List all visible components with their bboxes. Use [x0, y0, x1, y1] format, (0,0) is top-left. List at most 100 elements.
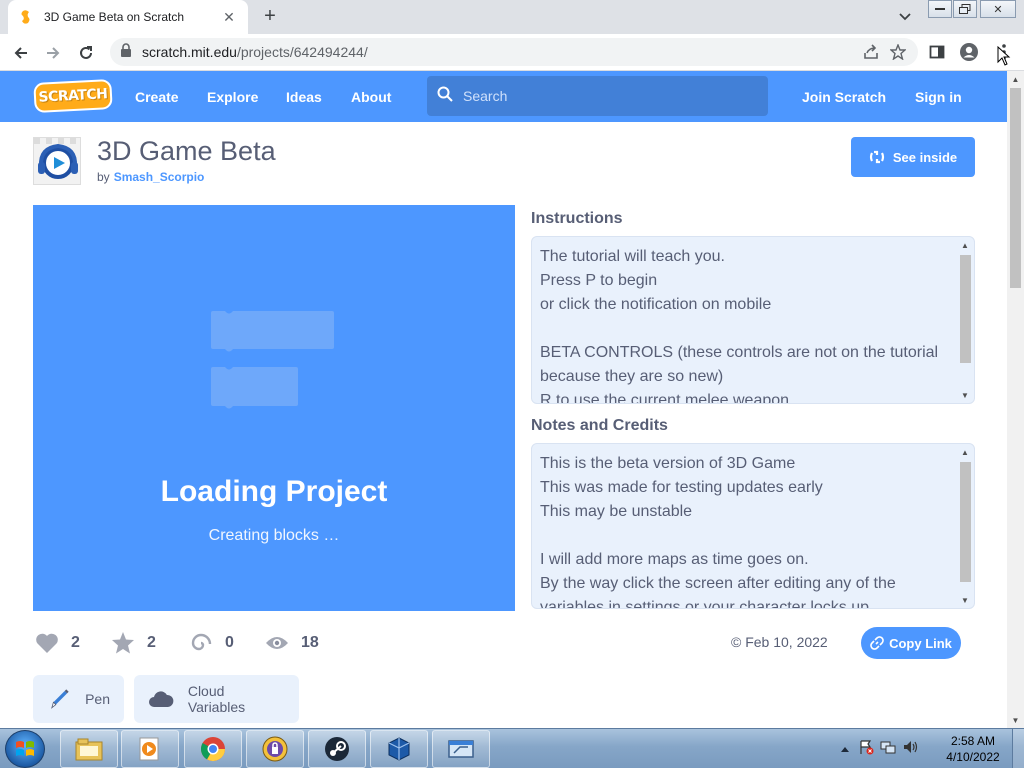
network-icon[interactable]	[880, 739, 896, 760]
volume-icon[interactable]	[902, 739, 918, 760]
remix-stat: 0	[189, 630, 234, 656]
scroll-up-icon[interactable]: ▲	[958, 446, 972, 458]
view-stat: 18	[265, 630, 319, 656]
view-count: 18	[301, 634, 319, 651]
notes-box[interactable]: This is the beta version of 3D Game This…	[531, 443, 975, 609]
nav-ideas[interactable]: Ideas	[286, 71, 322, 122]
project-byline: by Smash_Scorpio	[97, 170, 205, 184]
lock-app-icon	[262, 736, 288, 762]
scrollbar-thumb[interactable]	[960, 462, 971, 582]
show-hidden-icons-icon[interactable]	[840, 740, 850, 758]
virtualbox-icon	[388, 737, 410, 761]
project-title: 3D Game Beta	[97, 136, 276, 166]
taskbar-clock[interactable]: 2:58 AM 4/10/2022	[940, 733, 1006, 765]
notes-line: This may be unstable	[540, 503, 693, 520]
forward-arrow-icon[interactable]	[40, 40, 66, 66]
scrollbar-thumb[interactable]	[1010, 88, 1021, 288]
reload-icon[interactable]	[73, 40, 99, 66]
cloud-icon	[148, 691, 174, 707]
scroll-up-icon[interactable]: ▲	[958, 239, 972, 251]
instructions-box[interactable]: The tutorial will teach you. Press P to …	[531, 236, 975, 404]
instruction-line: Press P to begin	[540, 272, 658, 289]
taskbar-file-explorer[interactable]	[60, 730, 118, 768]
page-scrollbar[interactable]: ▲ ▼	[1007, 71, 1024, 728]
taskbar-keepass[interactable]	[246, 730, 304, 768]
steam-icon	[325, 737, 349, 761]
start-button[interactable]	[5, 730, 45, 768]
back-arrow-icon[interactable]	[8, 40, 34, 66]
restore-window-button[interactable]	[953, 0, 977, 18]
tab-title: 3D Game Beta on Scratch	[44, 10, 185, 24]
eye-icon	[266, 637, 288, 649]
nav-create[interactable]: Create	[135, 71, 179, 122]
see-inside-button[interactable]: See inside	[851, 137, 975, 177]
instruction-line	[540, 317, 944, 341]
taskbar-chrome[interactable]	[184, 730, 242, 768]
extension-chip-pen[interactable]: Pen	[33, 675, 124, 723]
browser-tab[interactable]: 3D Game Beta on Scratch ✕	[8, 0, 248, 34]
chrome-icon	[200, 737, 225, 762]
clock-time: 2:58 AM	[950, 734, 996, 748]
love-stat[interactable]: 2	[35, 630, 80, 656]
instruction-line: The tutorial will teach you.	[540, 248, 725, 265]
close-window-button[interactable]: ✕	[980, 0, 1016, 18]
instruction-line: BETA CONTROLS (these controls are not on…	[540, 344, 939, 361]
taskbar-window-app[interactable]	[432, 730, 490, 768]
nav-about[interactable]: About	[351, 71, 391, 122]
notes-line: This was made for testing updates early	[540, 479, 823, 496]
show-desktop-button[interactable]	[1012, 729, 1024, 768]
system-tray	[840, 729, 918, 768]
notes-line: variables in settings or your character …	[540, 599, 870, 609]
project-player[interactable]: Loading Project Creating blocks …	[33, 205, 515, 611]
star-icon	[112, 632, 134, 654]
sign-in-link[interactable]: Sign in	[915, 71, 962, 122]
scratch-favicon-icon	[18, 9, 34, 25]
bookmark-star-icon[interactable]	[889, 43, 907, 61]
author-avatar[interactable]	[33, 137, 81, 185]
notes-line: This is the beta version of 3D Game	[540, 455, 796, 472]
taskbar-media-player[interactable]	[121, 730, 179, 768]
scroll-down-icon[interactable]: ▼	[958, 389, 972, 401]
notes-scrollbar[interactable]: ▲ ▼	[958, 446, 972, 606]
share-icon[interactable]	[862, 43, 880, 61]
side-panel-icon[interactable]	[925, 40, 949, 64]
instruction-line: because they are so new)	[540, 368, 724, 385]
taskbar-virtualbox[interactable]	[370, 730, 428, 768]
close-tab-icon[interactable]: ✕	[220, 9, 238, 26]
tab-search-icon[interactable]	[894, 6, 916, 28]
link-icon	[870, 636, 884, 650]
remix-spiral-icon	[191, 633, 212, 651]
nav-explore[interactable]: Explore	[207, 71, 258, 122]
profile-avatar-icon[interactable]	[957, 40, 981, 64]
scrollbar-thumb[interactable]	[960, 255, 971, 363]
taskbar-steam[interactable]	[308, 730, 366, 768]
join-scratch-link[interactable]: Join Scratch	[802, 71, 886, 122]
extension-chip-cloud-variables[interactable]: Cloud Variables	[134, 675, 299, 723]
scroll-up-icon[interactable]: ▲	[1007, 71, 1024, 87]
scroll-down-icon[interactable]: ▼	[958, 594, 972, 606]
instructions-heading: Instructions	[531, 210, 623, 227]
loading-status: Creating blocks …	[208, 527, 340, 544]
address-bar[interactable]: scratch.mit.edu/projects/642494244/	[110, 38, 918, 66]
lock-icon[interactable]	[120, 42, 132, 62]
instruction-line: or click the notification on mobile	[540, 296, 772, 313]
instruction-line: R to use the current melee weapon	[540, 392, 790, 404]
scratch-logo[interactable]: SCRATCH	[33, 78, 113, 114]
loading-blocks-icon	[211, 311, 334, 409]
search-box[interactable]	[427, 76, 768, 116]
instructions-scrollbar[interactable]: ▲ ▼	[958, 239, 972, 401]
minimize-window-button[interactable]	[928, 0, 952, 18]
notes-heading: Notes and Credits	[531, 417, 668, 434]
copy-link-button[interactable]: Copy Link	[861, 627, 961, 659]
folder-icon	[75, 738, 103, 761]
action-center-flag-icon[interactable]	[858, 739, 874, 760]
search-input[interactable]	[463, 88, 753, 104]
search-icon	[437, 86, 453, 107]
notes-line: By the way click the screen after editin…	[540, 575, 896, 592]
favorite-stat[interactable]: 2	[111, 630, 156, 656]
new-tab-button[interactable]: +	[258, 4, 282, 28]
scroll-down-icon[interactable]: ▼	[1007, 712, 1024, 728]
media-player-icon	[139, 737, 159, 761]
author-link[interactable]: Smash_Scorpio	[114, 170, 205, 184]
heart-icon	[36, 633, 58, 653]
